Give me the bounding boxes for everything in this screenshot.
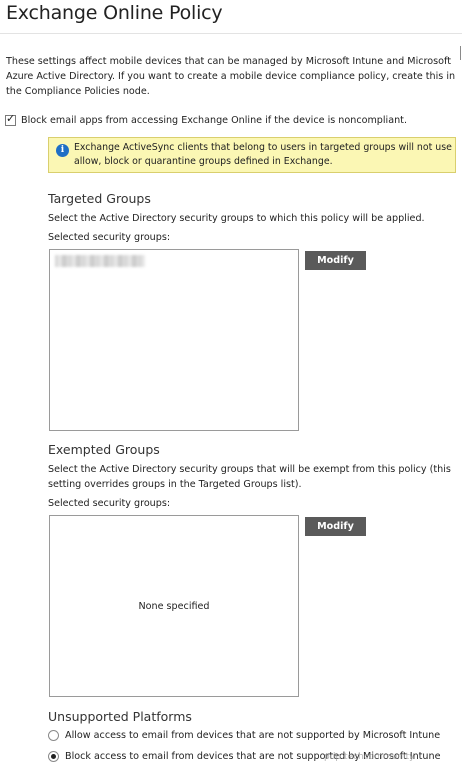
- info-notice-text: Exchange ActiveSync clients that belong …: [74, 142, 452, 167]
- watermark: pdp.techcommunity: [324, 752, 415, 762]
- page-title: Exchange Online Policy: [6, 2, 223, 24]
- targeted-groups-description: Select the Active Directory security gro…: [48, 213, 425, 224]
- targeted-groups-list[interactable]: [49, 249, 299, 431]
- block-email-apps-checkbox[interactable]: ✓: [5, 112, 16, 126]
- unsupported-platforms-heading: Unsupported Platforms: [48, 709, 192, 724]
- targeted-groups-modify-button[interactable]: Modify: [305, 251, 366, 270]
- targeted-groups-heading: Targeted Groups: [48, 191, 151, 206]
- checkmark-icon: ✓: [6, 112, 16, 125]
- redacted-group-item[interactable]: [55, 255, 145, 267]
- title-divider: [0, 33, 462, 34]
- empty-list-message: None specified: [138, 601, 210, 612]
- scrollbar-edge: [460, 46, 461, 60]
- block-unsupported-radio[interactable]: [48, 751, 59, 762]
- exempted-groups-field-label: Selected security groups:: [48, 498, 171, 509]
- block-email-apps-label: Block email apps from accessing Exchange…: [21, 115, 407, 126]
- targeted-groups-field-label: Selected security groups:: [48, 232, 171, 243]
- exempted-groups-modify-button[interactable]: Modify: [305, 517, 366, 536]
- allow-unsupported-label: Allow access to email from devices that …: [65, 730, 441, 741]
- intro-text: These settings affect mobile devices tha…: [6, 56, 456, 97]
- exempted-groups-heading: Exempted Groups: [48, 442, 160, 457]
- info-icon: i: [56, 144, 69, 157]
- exempted-groups-list[interactable]: None specified: [49, 515, 299, 697]
- allow-unsupported-radio[interactable]: [48, 730, 59, 741]
- allow-unsupported-option[interactable]: Allow access to email from devices that …: [48, 730, 440, 741]
- block-email-apps-option[interactable]: ✓ Block email apps from accessing Exchan…: [5, 112, 407, 126]
- info-notice: i Exchange ActiveSync clients that belon…: [48, 137, 456, 173]
- exempted-groups-description: Select the Active Directory security gro…: [48, 464, 451, 490]
